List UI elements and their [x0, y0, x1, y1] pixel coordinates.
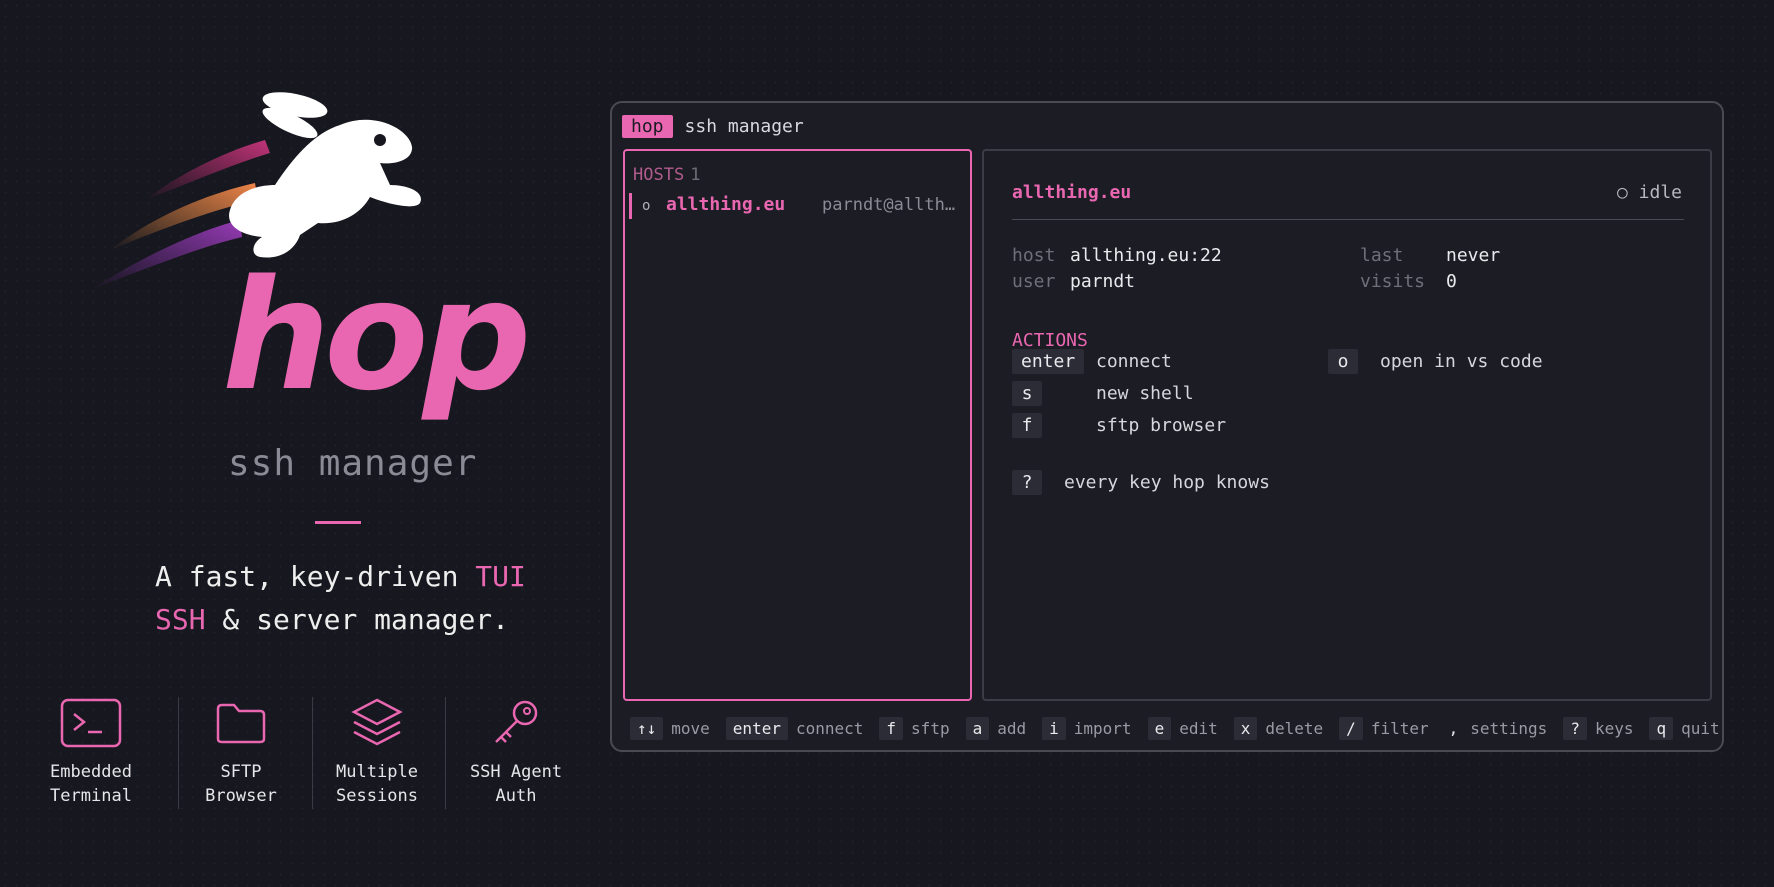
- feature-label-line1: Embedded: [50, 762, 132, 782]
- statusbar-key-sftp[interactable]: f: [879, 716, 904, 740]
- logo-subtitle: ssh manager: [228, 443, 478, 484]
- window-title: ssh manager: [684, 115, 804, 137]
- statusbar-label: move: [671, 718, 710, 738]
- hosts-count: 1: [690, 165, 701, 185]
- hosts-header-label: HOSTS: [633, 165, 685, 185]
- accent-divider: [315, 521, 361, 524]
- field-label: host: [1012, 245, 1056, 266]
- detail-user-field: user parndt: [1012, 271, 1135, 292]
- statusbar-key-quit[interactable]: q: [1649, 716, 1674, 740]
- layers-icon: [351, 698, 403, 746]
- statusbar-key-settings[interactable]: ,: [1445, 717, 1463, 740]
- field-value: parndt: [1070, 271, 1136, 292]
- statusbar-key-import[interactable]: i: [1042, 716, 1066, 740]
- statusbar-label: add: [997, 718, 1027, 738]
- feature-separator: [445, 697, 446, 809]
- field-value: allthing.eu:22: [1070, 245, 1222, 266]
- field-value: never: [1446, 245, 1501, 266]
- statusbar-label: sftp: [911, 718, 950, 738]
- detail-divider: [1012, 219, 1684, 220]
- terminal-window: hop ssh manager HOSTS 1 o allthing.eu par…: [610, 101, 1724, 752]
- tagline-text-end: & server manager.: [205, 603, 510, 636]
- statusbar-label: import: [1073, 718, 1132, 738]
- detail-status: ○ idle: [1616, 182, 1682, 203]
- tagline-text: A fast, key-driven: [155, 560, 476, 593]
- statusbar-key-add[interactable]: a: [965, 716, 990, 740]
- action-help-keys[interactable]: ? every key hop knows: [1012, 468, 1270, 496]
- statusbar-key-connect[interactable]: enter: [725, 716, 788, 740]
- field-label: visits: [1360, 271, 1426, 292]
- statusbar-label: quit: [1681, 718, 1720, 738]
- feature-label-line2: Auth: [495, 786, 537, 806]
- hosts-panel[interactable]: HOSTS 1 o allthing.eu parndt@allth…: [623, 149, 972, 701]
- statusbar-label: filter: [1370, 718, 1429, 738]
- tagline-accent-tui: TUI: [475, 560, 526, 593]
- tagline: A fast, key-driven TUI SSH & server mana…: [155, 555, 526, 641]
- statusbar-label: connect: [795, 718, 864, 738]
- action-connect[interactable]: enter connect: [1012, 347, 1172, 375]
- action-key: f: [1012, 412, 1042, 438]
- statusbar-key-move[interactable]: ↑↓: [630, 716, 664, 740]
- statusbar-label: edit: [1179, 718, 1218, 738]
- feature-label-line1: Multiple: [336, 762, 418, 782]
- detail-host-name: allthing.eu: [1012, 182, 1132, 203]
- feature-label-line2: Sessions: [336, 786, 418, 806]
- action-new-shell[interactable]: s new shell: [1012, 379, 1194, 407]
- action-sftp-browser[interactable]: f sftp browser: [1012, 411, 1226, 439]
- window-titlebar: hop ssh manager: [622, 112, 804, 140]
- action-label: new shell: [1096, 382, 1194, 404]
- detail-last-field: last never: [1360, 245, 1500, 266]
- statusbar-key-edit[interactable]: e: [1147, 716, 1172, 740]
- keybinding-statusbar: ↑↓ move enter connect f sftp a add i import e…: [630, 715, 1720, 741]
- statusbar-label: delete: [1265, 718, 1324, 738]
- hosts-header: HOSTS 1: [633, 165, 700, 185]
- action-key: enter: [1012, 348, 1085, 374]
- host-name: allthing.eu: [666, 194, 786, 215]
- action-label: connect: [1096, 350, 1172, 372]
- statusbar-label: keys: [1594, 718, 1634, 738]
- field-label: user: [1012, 271, 1056, 292]
- action-label: sftp browser: [1096, 414, 1227, 436]
- folder-icon: [216, 703, 266, 744]
- action-key: s: [1012, 380, 1042, 406]
- feature-embedded-terminal: Embedded Terminal: [26, 694, 156, 808]
- host-detail-panel: allthing.eu ○ idle host allthing.eu:22 u…: [982, 149, 1712, 701]
- feature-label-line1: SFTP: [220, 762, 262, 782]
- action-open-vscode[interactable]: o open in vs code: [1328, 347, 1543, 375]
- feature-list: Embedded Terminal SFTP Browser Multiple …: [40, 694, 580, 809]
- branding-panel: hop ssh manager A fast, key-driven TUI S…: [0, 0, 600, 887]
- action-label: every key hop knows: [1064, 471, 1270, 493]
- detail-visits-field: visits 0: [1360, 271, 1457, 292]
- field-label: last: [1360, 245, 1404, 266]
- feature-multiple-sessions: Multiple Sessions: [312, 694, 442, 808]
- detail-host-field: host allthing.eu:22: [1012, 245, 1222, 266]
- logo-wordmark: hop: [222, 247, 531, 424]
- feature-label-line2: Browser: [205, 786, 277, 806]
- feature-ssh-agent-auth: SSH Agent Auth: [451, 694, 581, 808]
- action-key: o: [1328, 348, 1358, 374]
- action-key: ?: [1012, 469, 1042, 495]
- feature-label-line2: Terminal: [50, 786, 132, 806]
- action-label: open in vs code: [1380, 350, 1543, 372]
- tagline-accent-ssh: SSH: [155, 603, 206, 636]
- host-status-icon: o: [642, 198, 651, 214]
- app-badge: hop: [622, 114, 673, 138]
- terminal-icon: [60, 698, 122, 748]
- field-value: 0: [1446, 271, 1457, 292]
- feature-sftp-browser: SFTP Browser: [176, 694, 306, 808]
- statusbar-key-keys[interactable]: ?: [1563, 716, 1587, 740]
- statusbar-key-filter[interactable]: /: [1339, 716, 1363, 740]
- key-icon: [495, 700, 538, 743]
- feature-label-line1: SSH Agent: [469, 762, 563, 782]
- host-user: parndt@allth…: [822, 195, 956, 215]
- statusbar-key-delete[interactable]: x: [1233, 716, 1258, 740]
- host-list-item[interactable]: o allthing.eu parndt@allth…: [629, 193, 965, 219]
- statusbar-label: settings: [1470, 718, 1548, 738]
